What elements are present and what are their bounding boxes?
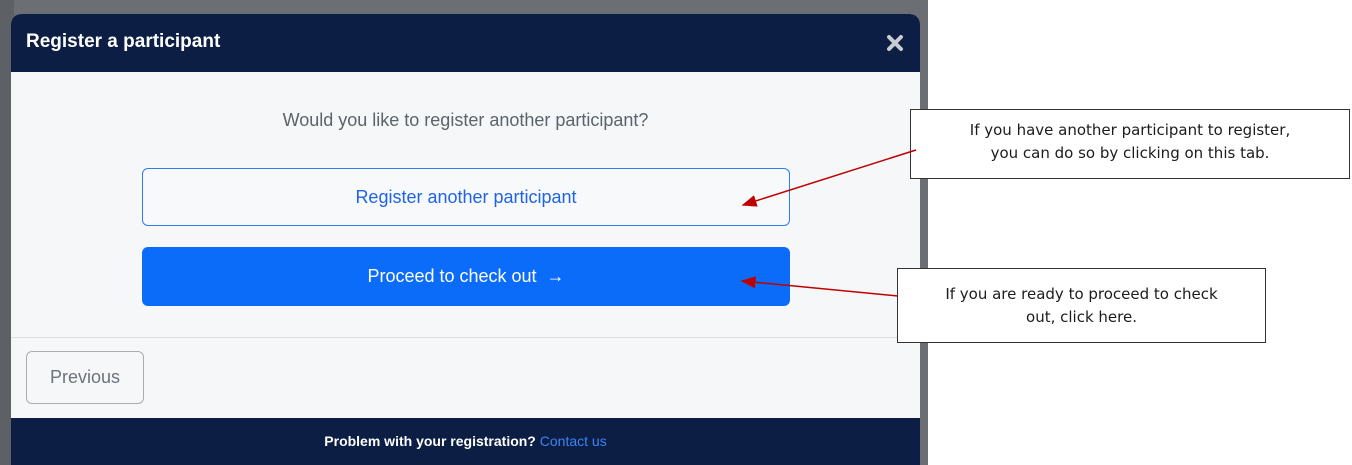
callout-1-arrow: [741, 149, 917, 207]
annotation-arrows: [740, 149, 917, 297]
callout-2-arrow: [740, 276, 899, 297]
